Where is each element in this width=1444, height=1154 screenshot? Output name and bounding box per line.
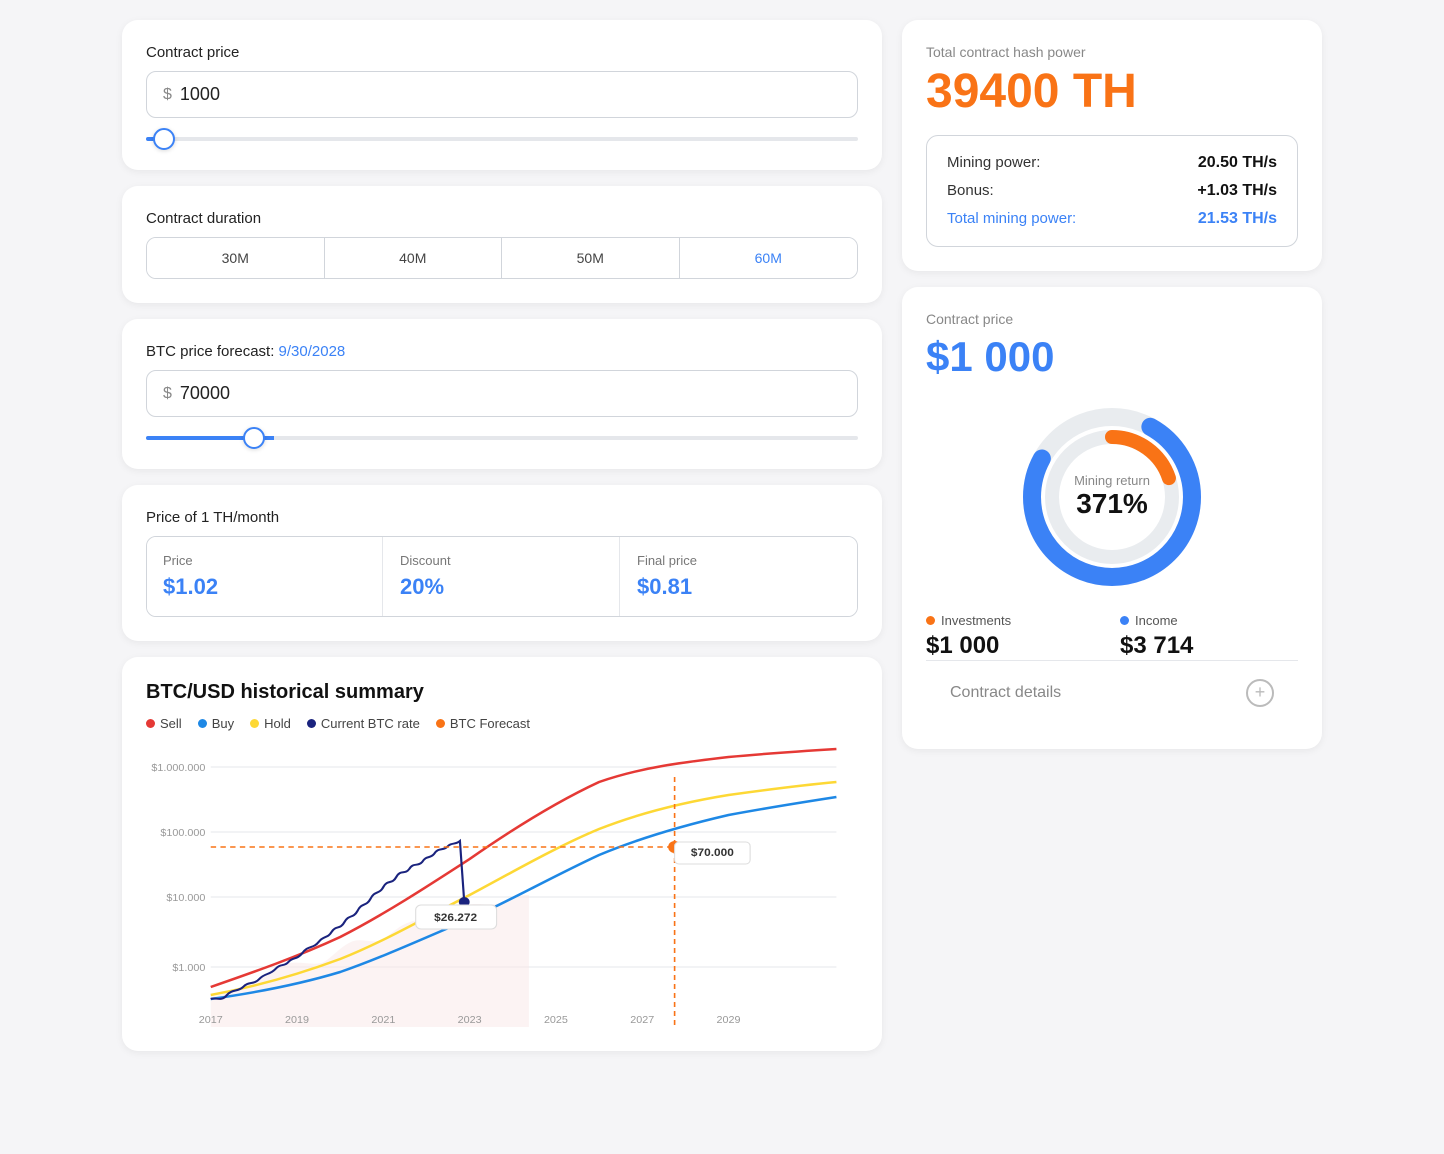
svg-text:2027: 2027: [630, 1015, 654, 1026]
final-price-value: $0.81: [637, 574, 841, 600]
current-btc-dot: [307, 719, 316, 728]
svg-text:$1.000.000: $1.000.000: [151, 763, 205, 774]
mining-power-label: Mining power:: [947, 154, 1040, 171]
income-dot: [1120, 616, 1129, 625]
donut-container: Mining return 371%: [926, 397, 1298, 597]
legend-hold: Hold: [250, 716, 291, 731]
svg-text:$26.272: $26.272: [434, 912, 477, 924]
final-price-label: Final price: [637, 553, 841, 568]
svg-text:2025: 2025: [544, 1015, 568, 1026]
total-hash-value: 39400 TH: [926, 66, 1298, 119]
discount-cell: Discount 20%: [384, 537, 620, 616]
legend-sell: Sell: [146, 716, 182, 731]
sell-label: Sell: [160, 716, 182, 731]
bonus-label: Bonus:: [947, 182, 994, 199]
price-grid: Price $1.02 Discount 20% Final price $0.…: [146, 536, 858, 617]
chart-svg: $1.000.000 $100.000 $10.000 $1.000: [146, 747, 858, 1027]
btc-forecast-chart-label: BTC Forecast: [450, 716, 530, 731]
income-item: Income $3 714: [1120, 613, 1298, 660]
plus-icon: +: [1246, 679, 1274, 707]
mining-power-row: Mining power: 20.50 TH/s: [947, 154, 1277, 172]
legend-buy: Buy: [198, 716, 234, 731]
total-mining-label: Total mining power:: [947, 210, 1076, 227]
duration-40m[interactable]: 40M: [325, 238, 503, 278]
investments-value: $1 000: [926, 632, 1104, 660]
btc-forecast-dot: [436, 719, 445, 728]
sell-dot: [146, 719, 155, 728]
cp-value: $1 000: [926, 333, 1298, 381]
discount-label: Discount: [400, 553, 603, 568]
btc-forecast-date[interactable]: 9/30/2028: [279, 343, 346, 360]
legend-current-btc: Current BTC rate: [307, 716, 420, 731]
svg-text:2029: 2029: [717, 1015, 741, 1026]
duration-50m[interactable]: 50M: [502, 238, 680, 278]
contract-price-label: Contract price: [146, 44, 858, 61]
dollar-sign: $: [163, 86, 172, 104]
btc-forecast-label: BTC price forecast:: [146, 343, 274, 360]
chart-legend: Sell Buy Hold Current BTC rate BTC Forec…: [146, 716, 858, 731]
investments-legend: Investments: [926, 613, 1104, 628]
svg-text:2019: 2019: [285, 1015, 309, 1026]
total-mining-value: 21.53 TH/s: [1198, 210, 1277, 228]
contract-duration-label: Contract duration: [146, 210, 858, 227]
income-legend: Income: [1120, 613, 1298, 628]
current-btc-label: Current BTC rate: [321, 716, 420, 731]
btc-chart-section: BTC/USD historical summary Sell Buy Hold…: [122, 657, 882, 1051]
contract-price-input-box: $ 1000: [146, 71, 858, 118]
legend-btc-forecast: BTC Forecast: [436, 716, 530, 731]
svg-text:$1.000: $1.000: [172, 963, 205, 974]
btc-price-input-box: $ 70000: [146, 370, 858, 417]
svg-text:2021: 2021: [371, 1015, 395, 1026]
duration-30m[interactable]: 30M: [147, 238, 325, 278]
buy-label: Buy: [212, 716, 234, 731]
th-price-section: Price of 1 TH/month Price $1.02 Discount…: [122, 485, 882, 641]
hold-label: Hold: [264, 716, 291, 731]
contract-details-row[interactable]: Contract details +: [926, 660, 1298, 725]
contract-price-right-card: Contract price $1 000 Mining return 371%: [902, 287, 1322, 749]
cp-label: Contract price: [926, 311, 1298, 327]
svg-text:2023: 2023: [458, 1015, 482, 1026]
income-label: Income: [1135, 613, 1178, 628]
investments-row: Investments $1 000 Income $3 714: [926, 613, 1298, 660]
chart-area: $1.000.000 $100.000 $10.000 $1.000: [146, 747, 858, 1027]
mining-power-value: 20.50 TH/s: [1198, 154, 1277, 172]
price-value: $1.02: [163, 574, 366, 600]
btc-forecast-section: BTC price forecast: 9/30/2028 $ 70000: [122, 319, 882, 469]
btc-dollar-sign: $: [163, 385, 172, 403]
btc-price-slider[interactable]: [146, 436, 858, 440]
svg-text:$10.000: $10.000: [166, 893, 205, 904]
contract-price-slider[interactable]: [146, 137, 858, 141]
contract-duration-section: Contract duration 30M 40M 50M 60M: [122, 186, 882, 303]
price-label: Price: [163, 553, 366, 568]
svg-text:$70.000: $70.000: [691, 847, 734, 859]
total-hash-card: Total contract hash power 39400 TH Minin…: [902, 20, 1322, 271]
donut-svg: [1012, 397, 1212, 597]
price-cell: Price $1.02: [147, 537, 383, 616]
bonus-value: +1.03 TH/s: [1197, 182, 1277, 200]
investments-dot: [926, 616, 935, 625]
duration-buttons-group: 30M 40M 50M 60M: [146, 237, 858, 279]
buy-dot: [198, 719, 207, 728]
income-value: $3 714: [1120, 632, 1298, 660]
btc-price-input-value: 70000: [180, 383, 230, 404]
contract-price-input-value: 1000: [180, 84, 220, 105]
hold-dot: [250, 719, 259, 728]
discount-value: 20%: [400, 574, 603, 600]
chart-title: BTC/USD historical summary: [146, 681, 858, 704]
mining-power-box: Mining power: 20.50 TH/s Bonus: +1.03 TH…: [926, 135, 1298, 247]
contract-details-label: Contract details: [950, 684, 1061, 702]
svg-text:$100.000: $100.000: [160, 828, 205, 839]
investments-label: Investments: [941, 613, 1011, 628]
investments-item: Investments $1 000: [926, 613, 1104, 660]
final-price-cell: Final price $0.81: [621, 537, 857, 616]
svg-text:2017: 2017: [199, 1015, 223, 1026]
total-mining-row: Total mining power: 21.53 TH/s: [947, 210, 1277, 228]
total-hash-label: Total contract hash power: [926, 44, 1298, 60]
duration-60m[interactable]: 60M: [680, 238, 858, 278]
contract-price-section: Contract price $ 1000: [122, 20, 882, 170]
bonus-row: Bonus: +1.03 TH/s: [947, 182, 1277, 200]
th-month-label: Price of 1 TH/month: [146, 509, 858, 526]
